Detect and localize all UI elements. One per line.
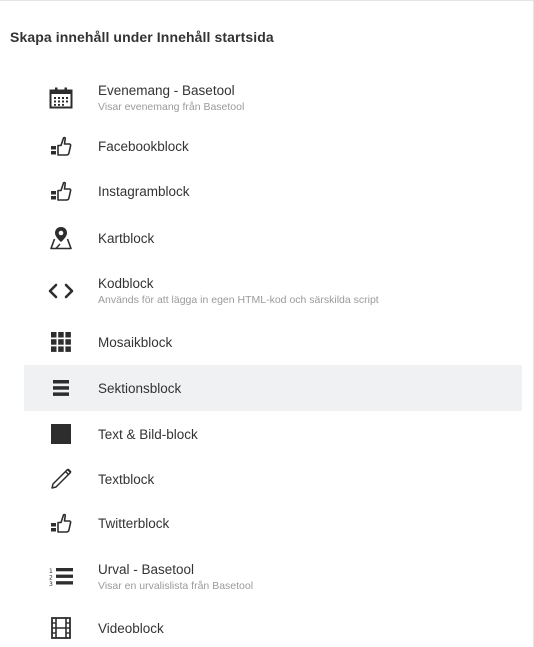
block-item-label: Text & Bild-block [98, 426, 198, 442]
map-marker-icon [24, 226, 98, 250]
panel-title: Skapa innehåll under Innehåll startsida [10, 29, 274, 45]
thumbs-up-icon [24, 136, 98, 156]
block-item-label: Videoblock [98, 620, 164, 636]
sections-icon [24, 379, 98, 397]
block-item-label: Evenemang - Basetool [98, 83, 235, 98]
block-item-twitterblock[interactable]: Twitterblock [24, 511, 522, 535]
block-item-mosaikblock[interactable]: Mosaikblock [24, 329, 522, 355]
block-item-evenemang[interactable]: Evenemang - Basetool Visar evenemang frå… [24, 80, 522, 116]
block-item-label: Mosaikblock [98, 334, 173, 350]
svg-text:3: 3 [49, 581, 53, 588]
block-item-label: Textblock [98, 471, 155, 487]
block-item-label: Sektionsblock [98, 380, 182, 396]
block-item-sektionsblock[interactable]: Sektionsblock [24, 365, 522, 411]
block-item-description: Används för att lägga in egen HTML-kod o… [98, 294, 379, 306]
block-item-videoblock[interactable]: Videoblock [24, 615, 522, 641]
pencil-icon [24, 467, 98, 491]
block-item-textblock[interactable]: Textblock [24, 465, 522, 493]
film-icon [24, 617, 98, 639]
calendar-icon [24, 87, 98, 109]
block-item-facebookblock[interactable]: Facebookblock [24, 134, 522, 158]
block-item-label: Instagramblock [98, 183, 190, 199]
block-item-instagramblock[interactable]: Instagramblock [24, 179, 522, 203]
block-item-label: Facebookblock [98, 138, 189, 154]
block-item-label: Urval - Basetool [98, 562, 195, 577]
block-item-description: Visar en urvalislista från Basetool [98, 580, 254, 592]
code-icon [24, 283, 98, 299]
thumbs-up-icon [24, 181, 98, 201]
block-item-description: Visar evenemang från Basetool [98, 101, 245, 113]
block-item-text-bild-block[interactable]: Text & Bild-block [24, 421, 522, 447]
block-item-label: Twitterblock [98, 515, 170, 531]
block-item-label: Kartblock [98, 230, 155, 246]
block-item-urval-basetool[interactable]: 1 2 3 Urval - Basetool Visar en urvalisl… [24, 559, 522, 595]
create-content-panel: Skapa innehåll under Innehåll startsida … [0, 0, 534, 647]
block-item-kodblock[interactable]: Kodblock Används för att lägga in egen H… [24, 273, 522, 309]
square-icon [24, 424, 98, 444]
numbered-list-icon: 1 2 3 [24, 566, 98, 588]
thumbs-up-icon [24, 513, 98, 533]
block-item-kartblock[interactable]: Kartblock [24, 225, 522, 251]
block-item-label: Kodblock [98, 276, 154, 291]
grid-icon [24, 332, 98, 352]
